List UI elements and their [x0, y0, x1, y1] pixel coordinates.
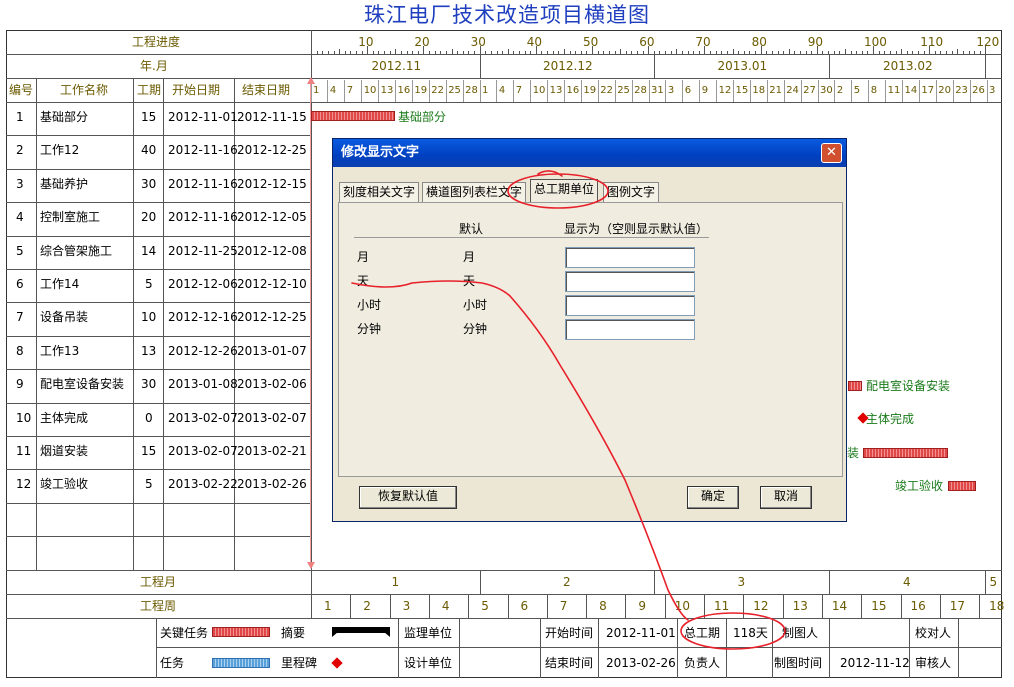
annotation-circle-total	[680, 612, 786, 650]
annotation-circle-tab	[507, 173, 609, 209]
red-annotation	[351, 170, 786, 650]
annotation-stroke	[351, 280, 689, 621]
